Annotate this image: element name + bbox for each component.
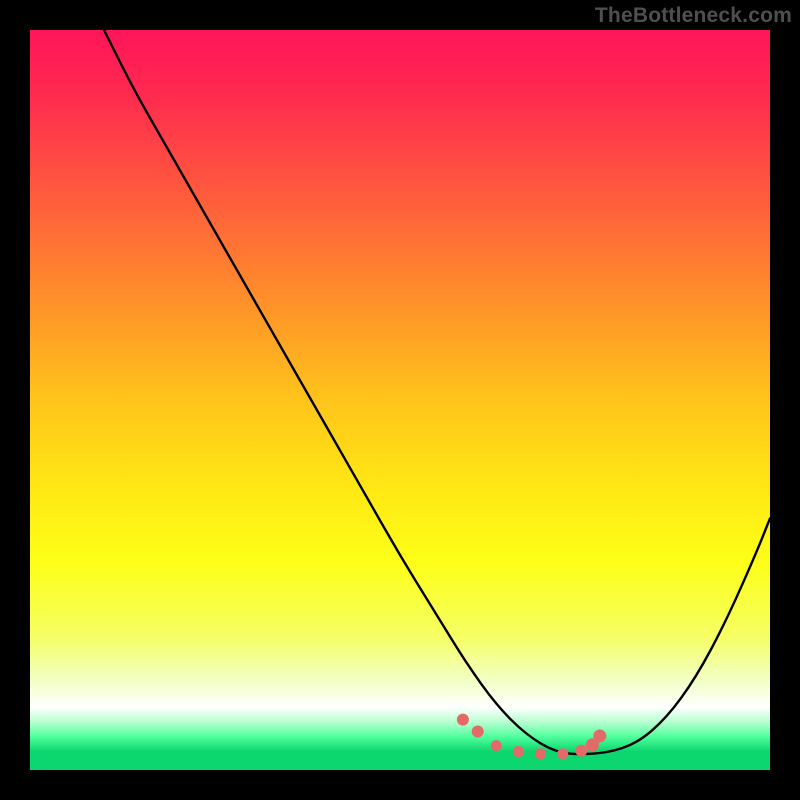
chart-stage: TheBottleneck.com [0, 0, 800, 800]
optimal-marker [593, 729, 606, 742]
optimal-marker [575, 745, 587, 757]
optimal-marker [491, 740, 502, 751]
optimal-marker [557, 748, 568, 759]
optimal-marker [513, 746, 524, 757]
bottleneck-chart [30, 30, 770, 770]
optimal-marker [535, 748, 546, 759]
optimal-marker [457, 714, 469, 726]
optimal-marker [472, 726, 484, 738]
chart-background [30, 30, 770, 770]
watermark-text: TheBottleneck.com [595, 4, 792, 28]
